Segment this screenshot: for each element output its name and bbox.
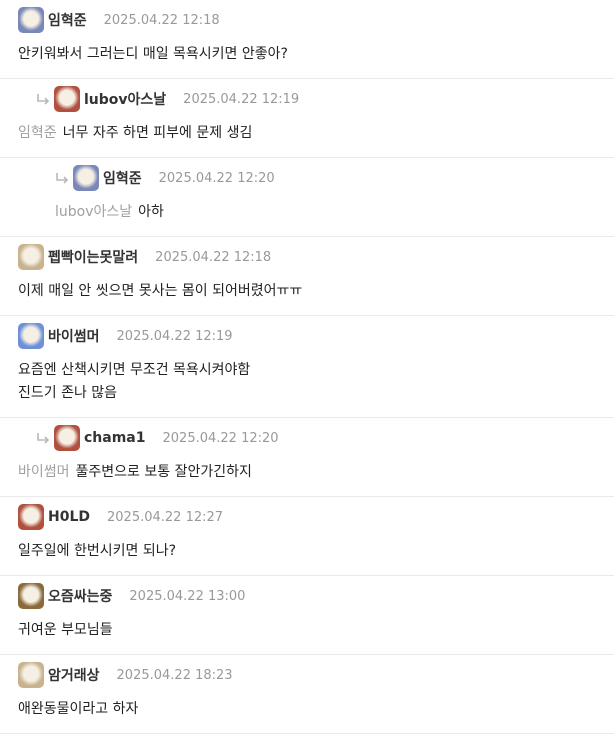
comment-author[interactable]: 펩빡이는못말려 [48,247,138,267]
comment-item: 임혁준 2025.04.22 12:18 안키워봐서 그러는디 매일 목욕시키면 안… [0,0,614,79]
comment-body: 애완동물이라고 하자 [18,689,614,733]
comment-date: 2025.04.22 12:19 [183,91,300,107]
comment-body: 이제 매일 안 씻으면 못사는 몸이 되어버렸어ㅠㅠ [18,271,614,315]
comment-content: 바이썸머 2025.04.22 12:19 요즘엔 산책시키면 무조건 목욕시켜야함… [0,316,614,417]
reply-arrow-icon [56,173,69,184]
comment-content: 오즘싸는중 2025.04.22 13:00 귀여운 부모님들 [0,576,614,654]
comment-author[interactable]: chama1 [84,430,146,446]
comment-text: 귀여운 부모님들 [18,622,113,638]
comment-item: 암거래상 2025.04.22 18:23 애완동물이라고 하자 [0,655,614,734]
comment-content: 임혁준 2025.04.22 12:18 안키워봐서 그러는디 매일 목욕시키면 안… [0,0,614,78]
comment-text: 풀주변으로 보통 잘안가긴하지 [75,464,252,480]
reply-mention[interactable]: 임혁준 [18,125,57,141]
reply-mention[interactable]: lubov아스날 [55,204,132,220]
avatar-icon[interactable] [54,86,80,112]
comment-header: H0LD 2025.04.22 12:27 [18,503,614,531]
comment-date: 2025.04.22 18:23 [116,667,233,683]
comment-list: 임혁준 2025.04.22 12:18 안키워봐서 그러는디 매일 목욕시키면 안… [0,0,614,734]
comment-body: 요즘엔 산책시키면 무조건 목욕시켜야함 진드기 존나 많음 [18,350,614,417]
comment-content: 임혁준 2025.04.22 12:20 lubov아스날 아하 [0,158,614,236]
comment-author[interactable]: 암거래상 [48,665,100,685]
comment-body: 일주일에 한번시키면 되나? [18,531,614,575]
avatar-icon[interactable] [73,165,99,191]
avatar-icon[interactable] [18,662,44,688]
comment-content: 암거래상 2025.04.22 18:23 애완동물이라고 하자 [0,655,614,733]
comment-header: 암거래상 2025.04.22 18:23 [18,661,614,689]
comment-item: 펩빡이는못말려 2025.04.22 12:18 이제 매일 안 씻으면 못사는 몸… [0,237,614,316]
comment-content: chama1 2025.04.22 12:20 바이썸머 풀주변으로 보통 잘안가긴하… [0,418,614,496]
comment-header: 바이썸머 2025.04.22 12:19 [18,322,614,350]
comment-body: lubov아스날 아하 [55,192,614,236]
comment-author[interactable]: 임혁준 [48,10,87,30]
comment-text: 일주일에 한번시키면 되나? [18,543,177,559]
comment-header: 임혁준 2025.04.22 12:20 [55,164,614,192]
comment-date: 2025.04.22 12:27 [107,509,224,525]
comment-date: 2025.04.22 12:18 [103,12,220,28]
comment-date: 2025.04.22 13:00 [129,588,246,604]
comment-author[interactable]: 임혁준 [103,168,142,188]
comment-body: 바이썸머 풀주변으로 보통 잘안가긴하지 [18,452,614,496]
comment-body: 안키워봐서 그러는디 매일 목욕시키면 안좋아? [18,34,614,78]
avatar-icon[interactable] [18,583,44,609]
comment-body: 귀여운 부모님들 [18,610,614,654]
comment-author[interactable]: H0LD [48,509,90,525]
comment-body: 임혁준 너무 자주 하면 피부에 문제 생김 [18,113,614,157]
comment-content: H0LD 2025.04.22 12:27 일주일에 한번시키면 되나? [0,497,614,575]
comment-author[interactable]: lubov아스날 [84,89,166,109]
comment-text: 이제 매일 안 씻으면 못사는 몸이 되어버렸어ㅠㅠ [18,283,303,299]
reply-item: chama1 2025.04.22 12:20 바이썸머 풀주변으로 보통 잘안가긴하… [0,418,614,497]
comment-date: 2025.04.22 12:18 [155,249,272,265]
comment-header: 임혁준 2025.04.22 12:18 [18,6,614,34]
comment-content: lubov아스날 2025.04.22 12:19 임혁준 너무 자주 하면 피부에 … [0,79,614,157]
reply-arrow-icon [37,94,50,105]
comment-date: 2025.04.22 12:20 [158,170,275,186]
comment-header: 펩빡이는못말려 2025.04.22 12:18 [18,243,614,271]
comment-text: 요즘엔 산책시키면 무조건 목욕시켜야함 진드기 존나 많음 [18,362,251,401]
comment-text: 안키워봐서 그러는디 매일 목욕시키면 안좋아? [18,46,288,62]
reply-arrow-icon [37,433,50,444]
comment-text: 너무 자주 하면 피부에 문제 생김 [62,125,253,141]
reply-item: lubov아스날 2025.04.22 12:19 임혁준 너무 자주 하면 피부에 … [0,79,614,158]
avatar-icon[interactable] [18,323,44,349]
avatar-icon[interactable] [18,7,44,33]
comment-author[interactable]: 오즘싸는중 [48,586,112,606]
comment-text: 아하 [138,204,164,220]
comment-content: 펩빡이는못말려 2025.04.22 12:18 이제 매일 안 씻으면 못사는 몸… [0,237,614,315]
avatar-icon[interactable] [54,425,80,451]
avatar-icon[interactable] [18,244,44,270]
comment-item: H0LD 2025.04.22 12:27 일주일에 한번시키면 되나? [0,497,614,576]
reply-mention[interactable]: 바이썸머 [18,464,70,480]
avatar-icon[interactable] [18,504,44,530]
comment-date: 2025.04.22 12:20 [162,430,279,446]
comment-item: 바이썸머 2025.04.22 12:19 요즘엔 산책시키면 무조건 목욕시켜야함… [0,316,614,418]
comment-item: 오즘싸는중 2025.04.22 13:00 귀여운 부모님들 [0,576,614,655]
reply-item: 임혁준 2025.04.22 12:20 lubov아스날 아하 [0,158,614,237]
comment-date: 2025.04.22 12:19 [116,328,233,344]
comment-author[interactable]: 바이썸머 [48,326,100,346]
comment-header: lubov아스날 2025.04.22 12:19 [18,85,614,113]
comment-header: chama1 2025.04.22 12:20 [18,424,614,452]
comment-text: 애완동물이라고 하자 [18,701,139,717]
comment-header: 오즘싸는중 2025.04.22 13:00 [18,582,614,610]
